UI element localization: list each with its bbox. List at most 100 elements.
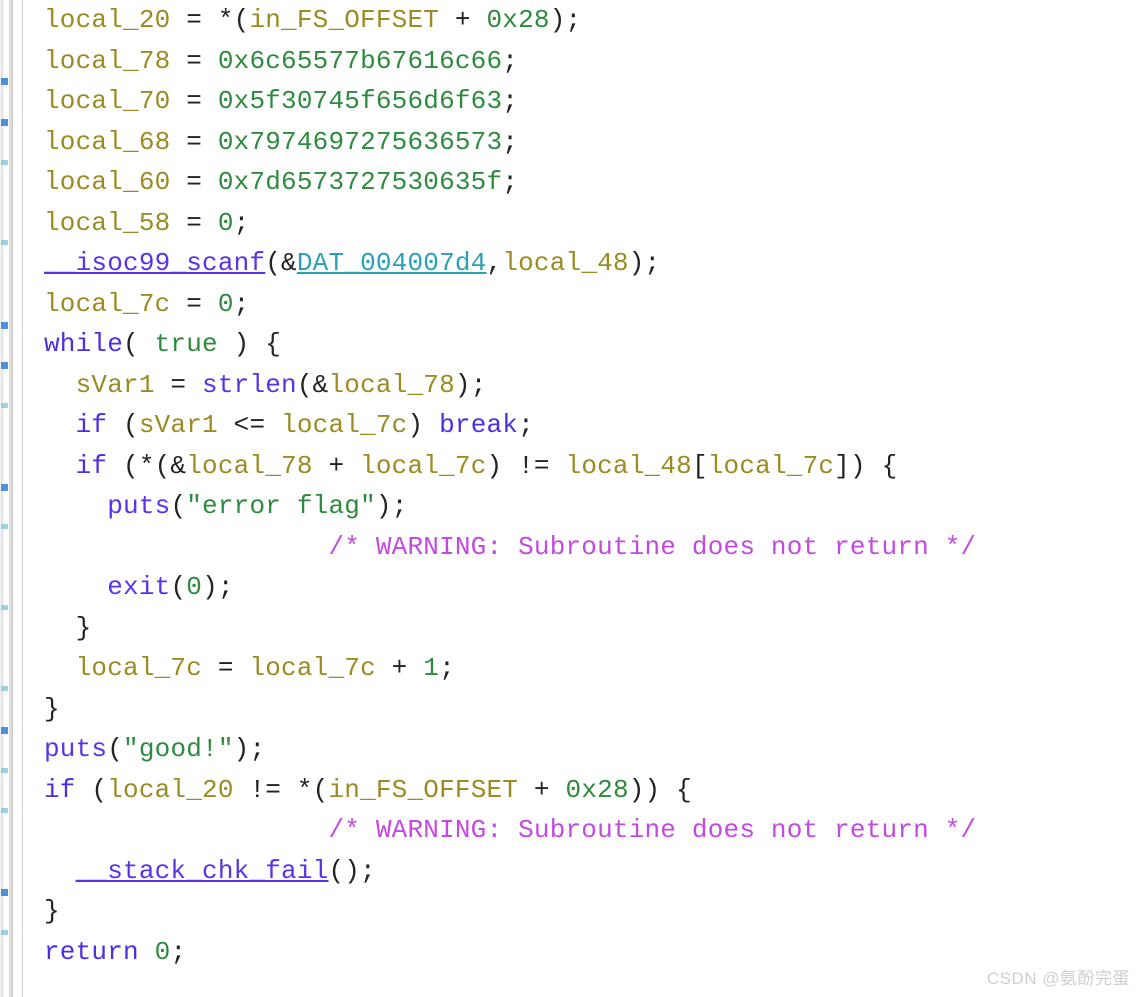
gutter-marker[interactable] xyxy=(1,524,8,529)
code-token-fn-nu[interactable]: exit xyxy=(107,572,170,602)
code-token-kw[interactable]: if xyxy=(76,410,108,440)
code-token-op: ; xyxy=(233,288,250,319)
code-line[interactable]: local_60 = 0x7d6573727530635f; xyxy=(30,162,1144,203)
code-token-var[interactable]: local_70 xyxy=(44,86,170,116)
code-token-kw[interactable]: return xyxy=(44,937,139,967)
code-token-num[interactable]: true xyxy=(155,329,218,359)
code-token-var[interactable]: local_78 xyxy=(186,451,312,481)
code-token-var[interactable]: local_68 xyxy=(44,127,170,157)
code-line[interactable]: } xyxy=(30,689,1144,730)
code-token-fn-nu[interactable]: puts xyxy=(44,734,107,764)
code-token-op: ; xyxy=(502,86,519,116)
code-token-num[interactable]: 0 xyxy=(218,289,234,319)
code-token-num[interactable]: 0x5f30745f656d6f63 xyxy=(218,86,502,116)
gutter-marker[interactable] xyxy=(1,119,8,126)
code-token-num[interactable]: 0x7d6573727530635f xyxy=(218,167,502,197)
code-line[interactable]: if (*(&local_78 + local_7c) != local_48[… xyxy=(30,446,1144,487)
gutter-marker[interactable] xyxy=(1,362,8,369)
code-token-kw[interactable]: while xyxy=(44,329,123,359)
code-line[interactable]: /* WARNING: Subroutine does not return *… xyxy=(30,527,1144,568)
code-token-var[interactable]: local_20 xyxy=(107,775,233,805)
code-token-var[interactable]: local_78 xyxy=(44,46,170,76)
gutter-marker[interactable] xyxy=(1,889,8,896)
code-token-op: + xyxy=(518,774,566,805)
code-token-str[interactable]: "good!" xyxy=(123,734,234,764)
gutter-marker[interactable] xyxy=(1,78,8,85)
code-token-var[interactable]: in_FS_OFFSET xyxy=(328,775,518,805)
code-token-var[interactable]: local_7c xyxy=(76,653,202,683)
gutter-marker[interactable] xyxy=(1,686,8,691)
code-token-var[interactable]: sVar1 xyxy=(139,410,218,440)
gutter-marker[interactable] xyxy=(1,808,8,813)
code-line[interactable]: local_58 = 0; xyxy=(30,203,1144,244)
code-token-var[interactable]: local_7c xyxy=(249,653,375,683)
code-token-var[interactable]: local_60 xyxy=(44,167,170,197)
code-token-num[interactable]: 0 xyxy=(186,572,202,602)
code-line[interactable]: if (sVar1 <= local_7c) break; xyxy=(30,405,1144,446)
code-token-num[interactable]: 0 xyxy=(218,208,234,238)
code-line[interactable]: exit(0); xyxy=(30,567,1144,608)
code-token-fn[interactable]: __stack_chk_fail xyxy=(76,856,329,886)
gutter-marker[interactable] xyxy=(1,930,8,935)
code-token-op: = xyxy=(170,167,218,197)
code-line[interactable]: puts("good!"); xyxy=(30,729,1144,770)
gutter-marker[interactable] xyxy=(1,484,8,491)
code-line[interactable]: __stack_chk_fail(); xyxy=(30,851,1144,892)
code-line[interactable]: while( true ) { xyxy=(30,324,1144,365)
code-token-var[interactable]: local_7c xyxy=(708,451,834,481)
code-line[interactable]: local_68 = 0x7974697275636573; xyxy=(30,122,1144,163)
gutter-marker-track[interactable] xyxy=(0,0,13,997)
code-line[interactable]: __isoc99_scanf(&DAT_004007d4,local_48); xyxy=(30,243,1144,284)
code-token-var[interactable]: local_48 xyxy=(502,248,628,278)
code-line[interactable]: local_7c = 0; xyxy=(30,284,1144,325)
gutter-marker[interactable] xyxy=(1,727,8,734)
code-token-var[interactable]: local_20 xyxy=(44,5,170,35)
code-token-num[interactable]: 0x6c65577b67616c66 xyxy=(218,46,502,76)
code-token-var[interactable]: local_7c xyxy=(360,451,486,481)
code-token-fn-nu[interactable]: strlen xyxy=(202,370,297,400)
gutter-spacer xyxy=(13,0,22,997)
code-token-var[interactable]: local_7c xyxy=(44,289,170,319)
code-line[interactable]: sVar1 = strlen(&local_78); xyxy=(30,365,1144,406)
code-line[interactable]: } xyxy=(30,891,1144,932)
code-token-kw[interactable]: if xyxy=(44,775,76,805)
decompiler-gutter[interactable] xyxy=(0,0,30,997)
code-token-cmt[interactable]: /* WARNING: Subroutine does not return *… xyxy=(328,815,976,845)
gutter-marker[interactable] xyxy=(1,403,8,408)
code-token-var[interactable]: local_7c xyxy=(281,410,407,440)
code-line[interactable]: } xyxy=(30,608,1144,649)
code-token-sym[interactable]: DAT_004007d4 xyxy=(297,248,487,278)
code-token-op: ; xyxy=(233,207,250,238)
gutter-marker[interactable] xyxy=(1,322,8,329)
code-token-num[interactable]: 0 xyxy=(155,937,171,967)
code-token-kw[interactable]: if xyxy=(76,451,108,481)
code-line[interactable]: local_7c = local_7c + 1; xyxy=(30,648,1144,689)
gutter-marker[interactable] xyxy=(1,160,8,165)
code-token-num[interactable]: 0x28 xyxy=(487,5,550,35)
code-line[interactable]: puts("error flag"); xyxy=(30,486,1144,527)
code-token-var[interactable]: local_78 xyxy=(328,370,454,400)
code-token-str[interactable]: "error flag" xyxy=(186,491,376,521)
code-token-num[interactable]: 1 xyxy=(423,653,439,683)
code-token-var[interactable]: sVar1 xyxy=(76,370,155,400)
code-token-fn[interactable]: __isoc99_scanf xyxy=(44,248,265,278)
code-token-op: ; xyxy=(518,410,534,440)
code-line[interactable]: local_78 = 0x6c65577b67616c66; xyxy=(30,41,1144,82)
code-token-fn-nu[interactable]: puts xyxy=(107,491,170,521)
decompiled-code-listing[interactable]: local_20 = *(in_FS_OFFSET + 0x28); local_… xyxy=(30,0,1144,997)
code-line[interactable]: /* WARNING: Subroutine does not return *… xyxy=(30,810,1144,851)
code-token-num[interactable]: 0x28 xyxy=(566,775,629,805)
code-token-num[interactable]: 0x7974697275636573 xyxy=(218,127,502,157)
code-line[interactable]: return 0; xyxy=(30,932,1144,973)
code-token-var[interactable]: local_48 xyxy=(566,451,692,481)
code-line[interactable]: local_70 = 0x5f30745f656d6f63; xyxy=(30,81,1144,122)
code-line[interactable]: local_20 = *(in_FS_OFFSET + 0x28); xyxy=(30,0,1144,41)
gutter-marker[interactable] xyxy=(1,240,8,245)
gutter-marker[interactable] xyxy=(1,605,8,610)
gutter-marker[interactable] xyxy=(1,768,8,773)
code-token-var[interactable]: in_FS_OFFSET xyxy=(249,5,439,35)
code-line[interactable]: if (local_20 != *(in_FS_OFFSET + 0x28)) … xyxy=(30,770,1144,811)
code-token-kw[interactable]: break xyxy=(439,410,518,440)
code-token-cmt[interactable]: /* WARNING: Subroutine does not return *… xyxy=(328,532,976,562)
code-token-var[interactable]: local_58 xyxy=(44,208,170,238)
